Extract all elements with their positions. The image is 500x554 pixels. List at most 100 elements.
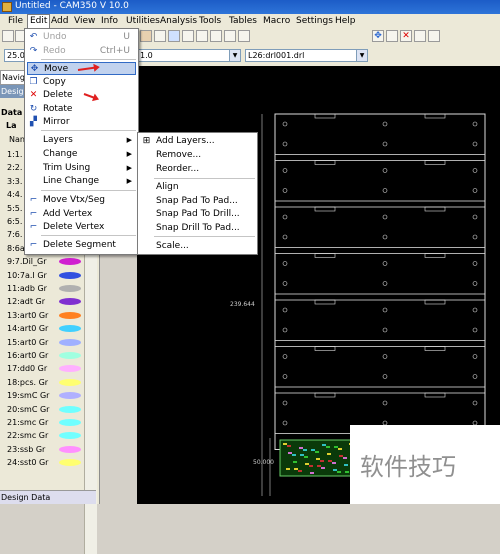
layers-header[interactable]: La <box>5 119 17 132</box>
delete-icon[interactable]: ✕ <box>400 30 412 42</box>
menu-item-snap-pad-to-pad[interactable]: Snap Pad To Pad... <box>140 195 255 208</box>
menu-tools[interactable]: Tools <box>197 15 223 27</box>
menu-item-label: Snap Pad To Pad... <box>156 196 238 206</box>
circuit-trace <box>286 468 290 470</box>
menu-separator <box>154 236 255 237</box>
menu-item-add-vertex[interactable]: ⌐ Add Vertex <box>27 208 136 221</box>
layer-row[interactable]: 20:smC Gr <box>7 403 83 416</box>
tab-design-data[interactable]: Design Data <box>0 490 96 504</box>
grid-icon[interactable] <box>224 30 236 42</box>
submenu-arrow-icon: ▶ <box>126 150 132 158</box>
menu-item-mirror[interactable]: ▞ Mirror <box>27 116 136 129</box>
menu-item-layers[interactable]: Layers ▶ <box>27 134 136 147</box>
menu-item-line-change[interactable]: Line Change ▶ <box>27 175 136 188</box>
menu-item-label: Delete Segment <box>43 240 116 250</box>
layer-color-swatch[interactable] <box>59 445 81 453</box>
menu-item-delete-segment[interactable]: ⌐ Delete Segment <box>27 239 136 252</box>
menu-analysis[interactable]: Analysis <box>158 15 199 27</box>
circuit-trace <box>310 472 314 474</box>
layer-color-swatch[interactable] <box>59 258 81 266</box>
tool-icon[interactable] <box>140 30 152 42</box>
menu-item-rotate[interactable]: ↻ Rotate <box>27 103 136 116</box>
layer-color-swatch[interactable] <box>59 338 81 346</box>
menu-item-remove[interactable]: Remove... <box>140 149 255 162</box>
chevron-down-icon[interactable]: ▼ <box>229 50 240 61</box>
layer-name: 13:art0 Gr <box>7 310 49 320</box>
layer-row[interactable]: 18:pcs. Gr <box>7 376 83 389</box>
menu-item-undo[interactable]: ↶ Undo U <box>27 31 136 44</box>
menu-item-snap-pad-to-drill[interactable]: Snap Pad To Drill... <box>140 208 255 221</box>
layer-row[interactable]: 17:dd0 Gr <box>7 362 83 375</box>
move-icon[interactable]: ✥ <box>372 30 384 42</box>
menu-file[interactable]: File <box>6 15 25 27</box>
layer-row[interactable]: 24:sst0 Gr <box>7 456 83 469</box>
menu-item-label: Redo <box>43 46 66 56</box>
menu-info[interactable]: Info <box>99 15 120 27</box>
rotate-icon[interactable] <box>414 30 426 42</box>
layer-row[interactable]: 9:7.Dil_Gr <box>7 255 83 268</box>
layer-row[interactable]: 12:adt Gr <box>7 295 83 308</box>
rotate-icon: ↻ <box>29 104 38 114</box>
layer-row[interactable]: 15:art0 Gr <box>7 336 83 349</box>
layer-color-swatch[interactable] <box>59 365 81 373</box>
value-combo[interactable]: 1.0 ▼ <box>137 49 241 62</box>
tab-design[interactable]: Design <box>0 85 26 98</box>
layer-color-swatch[interactable] <box>59 298 81 306</box>
grid-icon[interactable] <box>196 30 208 42</box>
grid-icon[interactable] <box>210 30 222 42</box>
layer-row[interactable]: 21:smc Gr <box>7 416 83 429</box>
menu-item-align[interactable]: Align <box>140 181 255 194</box>
mirror-icon[interactable] <box>428 30 440 42</box>
menu-item-scale[interactable]: Scale... <box>140 240 255 253</box>
grid-icon[interactable] <box>238 30 250 42</box>
layer-color-swatch[interactable] <box>59 271 81 279</box>
layer-color-swatch[interactable] <box>59 325 81 333</box>
menu-item-delete[interactable]: ✕ Delete <box>27 89 136 102</box>
menu-help[interactable]: Help <box>333 15 358 27</box>
active-layer-combo[interactable]: L26:drl001.drl ▼ <box>245 49 368 62</box>
select-icon[interactable] <box>168 30 180 42</box>
menu-utilities[interactable]: Utilities <box>124 15 162 27</box>
layer-color-swatch[interactable] <box>59 392 81 400</box>
chevron-down-icon[interactable]: ▼ <box>356 50 367 61</box>
layer-row[interactable]: 11:adb Gr <box>7 282 83 295</box>
layer-row[interactable]: 14:art0 Gr <box>7 322 83 335</box>
menu-add[interactable]: Add <box>49 15 70 27</box>
layer-color-swatch[interactable] <box>59 432 81 440</box>
menu-item-delete-vertex[interactable]: ⌐ Delete Vertex <box>27 221 136 234</box>
layer-row[interactable]: 23:ssb Gr <box>7 443 83 456</box>
menu-item-trim-using[interactable]: Trim Using ▶ <box>27 162 136 175</box>
layer-color-swatch[interactable] <box>59 285 81 292</box>
layer-color-swatch[interactable] <box>59 352 81 359</box>
grid-icon[interactable] <box>182 30 194 42</box>
layer-color-swatch[interactable] <box>59 405 81 413</box>
menu-edit[interactable]: Edit <box>27 14 51 29</box>
menu-item-change[interactable]: Change ▶ <box>27 148 136 161</box>
menu-view[interactable]: View <box>72 15 97 27</box>
menu-item-reorder[interactable]: Reorder... <box>140 163 255 176</box>
panel-slot <box>314 253 336 258</box>
layer-color-swatch[interactable] <box>59 459 81 467</box>
copy-icon[interactable] <box>386 30 398 42</box>
menu-item-redo[interactable]: ↷ Redo Ctrl+U <box>27 45 136 58</box>
menu-item-snap-drill-to-pad[interactable]: Snap Drill To Pad... <box>140 222 255 235</box>
menu-tables[interactable]: Tables <box>227 15 259 27</box>
menu-item-label: Layers <box>43 135 73 145</box>
menu-item-add-layers[interactable]: ⊞ Add Layers... <box>140 135 255 148</box>
tool-icon[interactable] <box>154 30 166 42</box>
layer-row[interactable]: 16:art0 Gr <box>7 349 83 362</box>
menu-item-move-vtx-seg[interactable]: ⌐ Move Vtx/Seg <box>27 194 136 207</box>
menu-macro[interactable]: Macro <box>261 15 292 27</box>
layer-row[interactable]: 22:smc Gr <box>7 429 83 442</box>
new-file-icon[interactable] <box>2 30 14 42</box>
menu-settings[interactable]: Settings <box>294 15 335 27</box>
layer-row[interactable]: 19:smC Gr <box>7 389 83 402</box>
layer-row[interactable]: 13:art0 Gr <box>7 309 83 322</box>
zoom-combo[interactable]: 25.0 <box>4 49 26 62</box>
layer-color-swatch[interactable] <box>59 311 81 319</box>
layer-color-swatch[interactable] <box>59 419 81 426</box>
name-column-header[interactable]: Nan <box>8 133 25 146</box>
layer-color-swatch[interactable] <box>59 378 81 386</box>
layer-row[interactable]: 10:7a.I Gr <box>7 269 83 282</box>
menu-item-copy[interactable]: ❐ Copy <box>27 76 136 89</box>
